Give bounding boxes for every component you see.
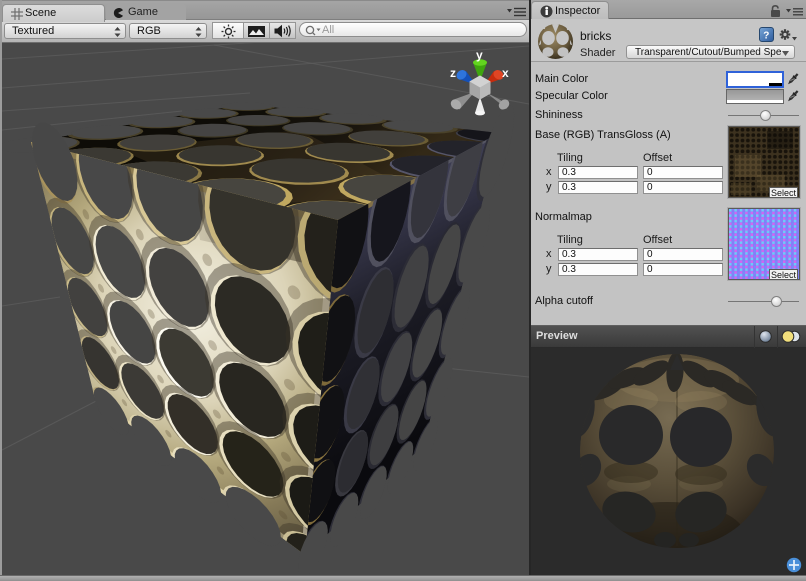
svg-text:x: x <box>502 66 509 80</box>
svg-text:?: ? <box>763 31 769 42</box>
svg-text:z: z <box>450 66 456 80</box>
svg-text:y: y <box>476 48 483 62</box>
